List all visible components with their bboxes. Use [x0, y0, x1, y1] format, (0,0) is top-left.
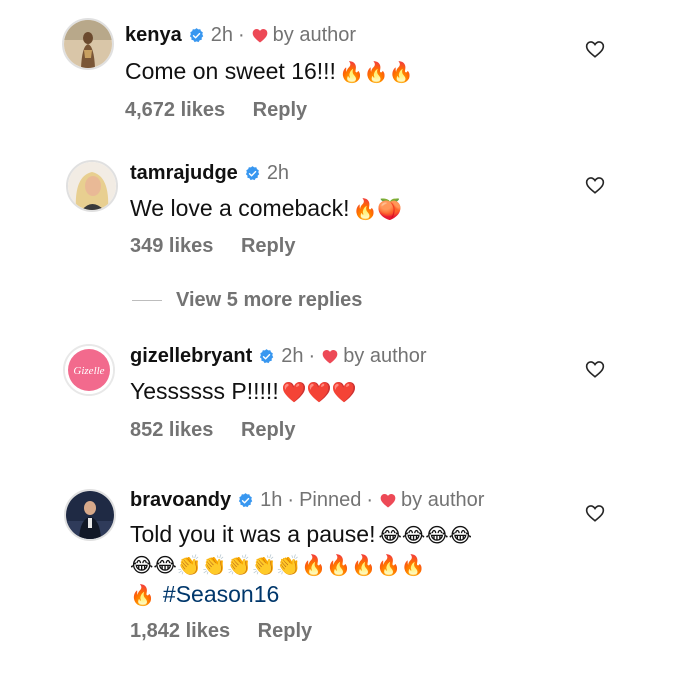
separator-dot: ·: [366, 489, 374, 511]
verified-badge-icon: [260, 348, 274, 363]
comment-text: Come on sweet 16!!! 🔥🔥🔥: [125, 56, 414, 87]
avatar-tamrajudge[interactable]: [66, 160, 118, 212]
verified-badge-icon: [189, 27, 203, 42]
reply-button[interactable]: Reply: [258, 620, 312, 642]
likes-count[interactable]: 4,672 likes: [125, 99, 225, 121]
comment-time: 2h: [210, 24, 233, 46]
likes-count[interactable]: 349 likes: [130, 235, 213, 257]
comment-emojis-line3: 🔥: [130, 583, 155, 607]
heart-filled-icon: [322, 349, 338, 363]
likes-count[interactable]: 852 likes: [130, 419, 213, 441]
comment-text: Told you it was a pause! 😂😂😂😂: [130, 519, 472, 550]
reply-button[interactable]: Reply: [253, 99, 307, 121]
verified-badge-icon: [239, 492, 253, 507]
heart-filled-icon: [252, 28, 267, 42]
view-more-divider: [132, 300, 162, 301]
avatar-kenya[interactable]: [62, 18, 114, 70]
comment-time: 2h: [281, 345, 304, 367]
view-more-label[interactable]: View 5 more replies: [176, 289, 362, 312]
hashtag-link[interactable]: #Season16: [163, 581, 279, 607]
comment-body: Told you it was a pause!: [130, 521, 376, 547]
username[interactable]: bravoandy: [130, 488, 231, 512]
heart-filled-icon: [380, 493, 396, 507]
heart-outline-icon[interactable]: [585, 504, 605, 522]
comment-text-line3: 🔥 #Season16: [130, 579, 279, 610]
username[interactable]: kenya: [125, 23, 182, 47]
liked-by-author-label: by author: [401, 489, 485, 511]
verified-badge-icon: [245, 165, 260, 180]
comment-time: 2h: [266, 162, 290, 184]
comment-emojis-line2: 😂😂👏👏👏👏👏🔥🔥🔥🔥🔥: [130, 553, 426, 577]
avatar-gizellebryant[interactable]: Gizelle: [63, 344, 115, 396]
avatar-logo-text: Gizelle: [73, 365, 104, 377]
username[interactable]: tamrajudge: [130, 161, 238, 185]
avatar-bravoandy[interactable]: [64, 489, 116, 541]
comment-emojis: ❤️❤️❤️: [281, 380, 357, 404]
comment-body: We love a comeback!: [130, 195, 350, 221]
heart-outline-icon[interactable]: [585, 40, 605, 58]
comment-time: 1h: [260, 489, 283, 511]
reply-button[interactable]: Reply: [241, 235, 295, 257]
heart-outline-icon[interactable]: [585, 176, 605, 194]
comment-emojis: 🔥🍑: [352, 197, 403, 221]
comment-body: Come on sweet 16!!!: [125, 58, 336, 84]
separator-dot: ·: [287, 489, 295, 511]
liked-by-author-label: by author: [343, 345, 427, 367]
view-more-replies[interactable]: View 5 more replies: [132, 289, 362, 312]
likes-count[interactable]: 1,842 likes: [130, 620, 230, 642]
comment-emojis-line1: 😂😂😂😂: [378, 523, 472, 547]
separator-dot: ·: [237, 24, 245, 46]
comment-text: We love a comeback! 🔥🍑: [130, 193, 402, 224]
comment-body: Yessssss P!!!!!: [130, 378, 279, 404]
comment-emojis: 🔥🔥🔥: [338, 60, 414, 84]
liked-by-author-label: by author: [272, 24, 357, 46]
heart-outline-icon[interactable]: [585, 360, 605, 378]
separator-dot: ·: [308, 345, 316, 367]
comment-text-line2: 😂😂👏👏👏👏👏🔥🔥🔥🔥🔥: [130, 549, 426, 580]
comment-text: Yessssss P!!!!! ❤️❤️❤️: [130, 376, 356, 407]
reply-button[interactable]: Reply: [241, 419, 295, 441]
pinned-label: Pinned: [299, 489, 362, 511]
username[interactable]: gizellebryant: [130, 344, 252, 368]
